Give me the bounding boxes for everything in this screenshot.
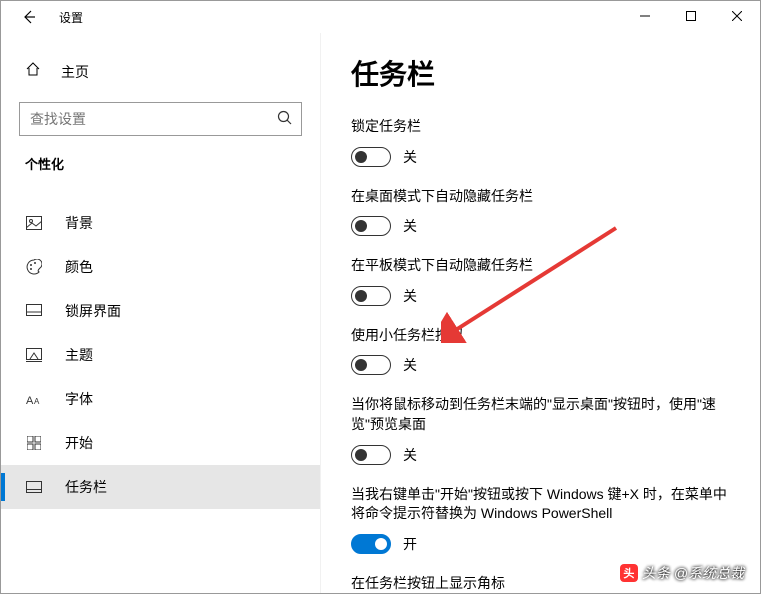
start-icon [25,436,43,450]
toggle-state-text: 关 [403,445,417,465]
toggle-state-text: 关 [403,216,417,236]
minimize-icon [640,11,650,21]
watermark: 头 头条 @系统总裁 [620,563,744,583]
setting-label: 使用小任务栏按钮 [351,326,732,346]
toggle-state-text: 关 [403,355,417,375]
content-area: 任务栏 锁定任务栏 关 在桌面模式下自动隐藏任务栏 关 在平板模式下自动隐藏任务… [321,33,760,593]
search-input[interactable] [19,102,302,136]
home-icon [25,61,41,82]
setting-autohide-desktop: 在桌面模式下自动隐藏任务栏 关 [351,187,732,237]
sidebar-item-colors[interactable]: 颜色 [1,245,320,289]
sidebar-item-label: 颜色 [65,257,93,277]
sidebar-item-lockscreen[interactable]: 锁屏界面 [1,289,320,333]
home-label: 主页 [61,62,89,82]
palette-icon [25,259,43,275]
sidebar-item-themes[interactable]: 主题 [1,333,320,377]
setting-label: 锁定任务栏 [351,117,732,137]
setting-autohide-tablet: 在平板模式下自动隐藏任务栏 关 [351,256,732,306]
setting-label: 在平板模式下自动隐藏任务栏 [351,256,732,276]
toggle-powershell[interactable] [351,534,391,554]
home-link[interactable]: 主页 [1,55,320,88]
watermark-logo-icon: 头 [620,564,638,582]
minimize-button[interactable] [622,1,668,31]
taskbar-icon [25,481,43,493]
toggle-autohide-tablet[interactable] [351,286,391,306]
page-title: 任务栏 [351,53,732,93]
setting-lock-taskbar: 锁定任务栏 关 [351,117,732,167]
toggle-peek-desktop[interactable] [351,445,391,465]
close-button[interactable] [714,1,760,31]
toggle-autohide-desktop[interactable] [351,216,391,236]
setting-label: 在桌面模式下自动隐藏任务栏 [351,187,732,207]
sidebar-item-label: 锁屏界面 [65,301,121,321]
font-icon: AA [25,392,43,406]
toggle-lock-taskbar[interactable] [351,147,391,167]
sidebar-item-fonts[interactable]: AA 字体 [1,377,320,421]
setting-small-buttons: 使用小任务栏按钮 关 [351,326,732,376]
sidebar: 主页 个性化 背景 颜色 锁屏界面 主题 AA 字体 [1,33,321,593]
section-title: 个性化 [1,154,320,173]
sidebar-item-taskbar[interactable]: 任务栏 [1,465,320,509]
toggle-state-text: 开 [403,534,417,554]
svg-text:A: A [34,397,40,406]
window-title: 设置 [59,9,83,26]
theme-icon [25,348,43,362]
sidebar-item-background[interactable]: 背景 [1,201,320,245]
maximize-button[interactable] [668,1,714,31]
sidebar-item-label: 背景 [65,213,93,233]
back-button[interactable] [15,3,43,31]
lockscreen-icon [25,304,43,318]
setting-powershell: 当我右键单击"开始"按钮或按下 Windows 键+X 时，在菜单中将命令提示符… [351,485,732,554]
toggle-state-text: 关 [403,286,417,306]
close-icon [732,11,742,21]
svg-text:A: A [26,395,34,406]
toggle-small-buttons[interactable] [351,355,391,375]
sidebar-item-label: 任务栏 [65,477,107,497]
setting-label: 当我右键单击"开始"按钮或按下 Windows 键+X 时，在菜单中将命令提示符… [351,485,732,524]
sidebar-item-start[interactable]: 开始 [1,421,320,465]
picture-icon [25,216,43,230]
sidebar-item-label: 主题 [65,345,93,365]
watermark-text: 头条 @系统总裁 [642,563,744,583]
setting-label: 当你将鼠标移动到任务栏末端的"显示桌面"按钮时，使用"速览"预览桌面 [351,395,732,434]
sidebar-item-label: 字体 [65,389,93,409]
back-arrow-icon [21,9,37,25]
setting-peek-desktop: 当你将鼠标移动到任务栏末端的"显示桌面"按钮时，使用"速览"预览桌面 关 [351,395,732,464]
search-icon [276,109,294,132]
toggle-state-text: 关 [403,147,417,167]
sidebar-item-label: 开始 [65,433,93,453]
maximize-icon [686,11,696,21]
